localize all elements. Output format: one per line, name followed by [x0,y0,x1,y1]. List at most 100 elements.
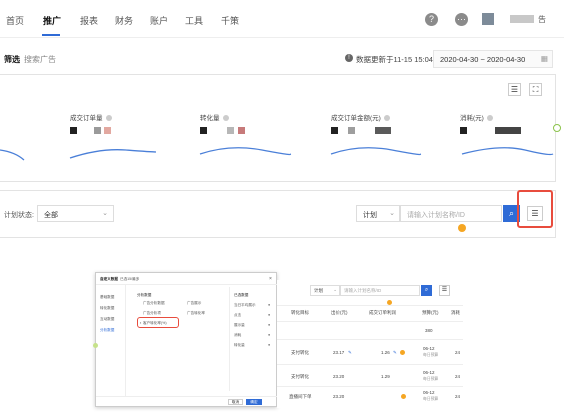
cell-budget-sub: 每日预算 [423,353,439,357]
table-scope-select[interactable]: 计划 ⌄ [310,285,340,296]
remove-icon[interactable]: ● [268,303,270,307]
dialog-menu-item[interactable]: 分析数据 [100,328,114,333]
table-search-input[interactable]: 请输入计划名称/ID [340,285,420,296]
dialog-menu-item[interactable]: 转化数据 [100,306,114,311]
filter-settings-icon[interactable]: ☰ [508,83,521,96]
selected-item[interactable]: 消耗 [234,333,241,338]
avatar[interactable] [482,13,494,25]
table-header[interactable]: 成交订单利润 [369,310,396,316]
dialog-subtitle: 已选15/最多 [120,277,140,281]
remove-icon[interactable]: ● [268,313,270,317]
nav-item-tools[interactable]: 工具 [185,14,203,27]
cell-goal: 直播间下单 [289,394,312,399]
search-placeholder: 请输入计划名称/ID [407,212,465,219]
cancel-button[interactable]: 取消 [228,399,243,405]
table-header[interactable]: 预算(元) [422,310,439,316]
sparkline-conversions [199,147,292,156]
status-select-value: 全部 [44,212,58,219]
custom-data-dialog: 自定义数据 已选15/最多 × 基础数据 转化数据 互动数据 分析数据 分析数据… [95,272,278,407]
metric-value-blurred [331,127,338,134]
col1-header: 分析数据 [137,293,152,297]
date-range-picker[interactable]: 2020-04-30 ~ 2020-04-30 ▦ [433,50,553,68]
status-label: 计划状态: [4,212,34,219]
resize-handle[interactable] [553,124,561,132]
cell-bid: 23.17 [333,350,345,355]
cell-ratio: 1.29 [381,374,390,379]
close-icon[interactable]: × [269,276,272,282]
date-range-value: 2020-04-30 ~ 2020-04-30 [440,55,526,64]
divider [277,364,463,365]
cell-goal: 支付转化 [291,374,309,379]
fullscreen-icon[interactable]: ⛶ [529,83,542,96]
metric-label-cost: 消耗(元) [460,112,493,122]
plan-table-screenshot: 计划 ⌄ 请输入计划名称/ID ⌕ ☰ 转化目标 出价(元) 成交订单利润 预算… [277,280,463,408]
metric-value-blurred [227,127,234,134]
nav-item-account[interactable]: 账户 [150,14,168,27]
nav-item-promotion[interactable]: 推广 [43,14,61,27]
step-badge [401,394,406,399]
option-item[interactable]: 广告分析项 [143,311,161,316]
sparkline-cost [461,147,554,156]
scope-select-value: 计划 [363,212,377,219]
message-icon[interactable]: ··· [455,13,468,26]
edit-icon[interactable]: ✎ [348,350,352,356]
divider [277,305,463,306]
tab-search-ads[interactable]: 搜索广告 [24,54,56,65]
divider [96,396,278,397]
metric-value-blurred [104,127,111,134]
cell-budget-sub: 每日预算 [423,397,439,401]
nav-item-qiance[interactable]: 千策 [221,14,239,27]
search-icon: ⌕ [424,287,429,293]
table-search-button[interactable]: ⌕ [421,285,432,296]
option-item[interactable]: 广告展示 [187,301,201,306]
table-header[interactable]: 出价(元) [331,310,348,316]
option-item[interactable]: 广告转化率 [187,311,205,316]
table-header[interactable]: 消耗 [451,310,460,316]
resize-handle[interactable] [93,343,98,348]
dialog-menu-item[interactable]: 互动数据 [100,317,114,322]
tab-filter[interactable]: 筛选 [4,54,20,65]
cell-bid: 23.20 [333,374,345,379]
sparkline-orders [69,149,157,159]
top-screenshot: 首页 推广 报表 财务 账户 工具 千策 ? ··· 告 筛选 搜索广告 ! 数… [0,0,564,240]
username-blurred [510,15,534,23]
dialog-left-menu: 基础数据 转化数据 互动数据 分析数据 [96,285,126,397]
selected-item[interactable]: 展示量 [234,323,245,328]
remove-icon[interactable]: ● [268,323,270,327]
metric-label-conversions: 转化量 [200,112,229,122]
divider [277,339,463,340]
total-budget: 380 [425,328,433,333]
help-icon[interactable]: ? [425,13,438,26]
top-nav: 首页 推广 报表 财务 账户 工具 千策 ? ··· 告 [0,0,564,38]
table-header[interactable]: 转化目标 [291,310,309,316]
info-icon: ! [345,54,353,62]
selected-item[interactable]: 当日平均展示 [234,303,256,308]
nav-item-reports[interactable]: 报表 [80,14,98,27]
metric-label-order-amount: 成交订单金额(元) [331,112,390,122]
nav-item-home[interactable]: 首页 [6,14,24,27]
chevron-down-icon: ⌄ [333,287,337,292]
option-item[interactable]: 广告分析数据 [143,301,165,306]
selected-item[interactable]: 转化量 [234,343,245,348]
metric-label-orders: 成交订单量 [70,112,112,122]
cell-bid: 23.20 [333,394,345,399]
nav-item-finance[interactable]: 财务 [115,14,133,27]
metric-value-blurred [495,127,521,134]
selected-item[interactable]: 点击 [234,313,241,318]
sparkline-order-amount [330,147,422,156]
ok-button[interactable]: 确定 [246,399,262,405]
scope-select[interactable]: 计划 ⌄ [356,205,400,222]
cell-cost: 24 [455,394,461,399]
remove-icon[interactable]: ● [268,343,270,347]
column-settings-button[interactable]: ☰ [439,285,450,296]
edit-icon[interactable]: ✎ [393,350,397,356]
dialog-title: 自定义数据 [100,277,118,281]
step-badge [400,350,405,355]
divider [277,386,463,387]
search-input[interactable]: 请输入计划名称/ID [400,205,502,222]
metric-value-blurred [460,127,467,134]
metric-value-blurred [348,127,355,134]
dialog-menu-item[interactable]: 基础数据 [100,295,114,300]
status-select[interactable]: 全部 ⌄ [37,205,114,222]
remove-icon[interactable]: ● [268,333,270,337]
